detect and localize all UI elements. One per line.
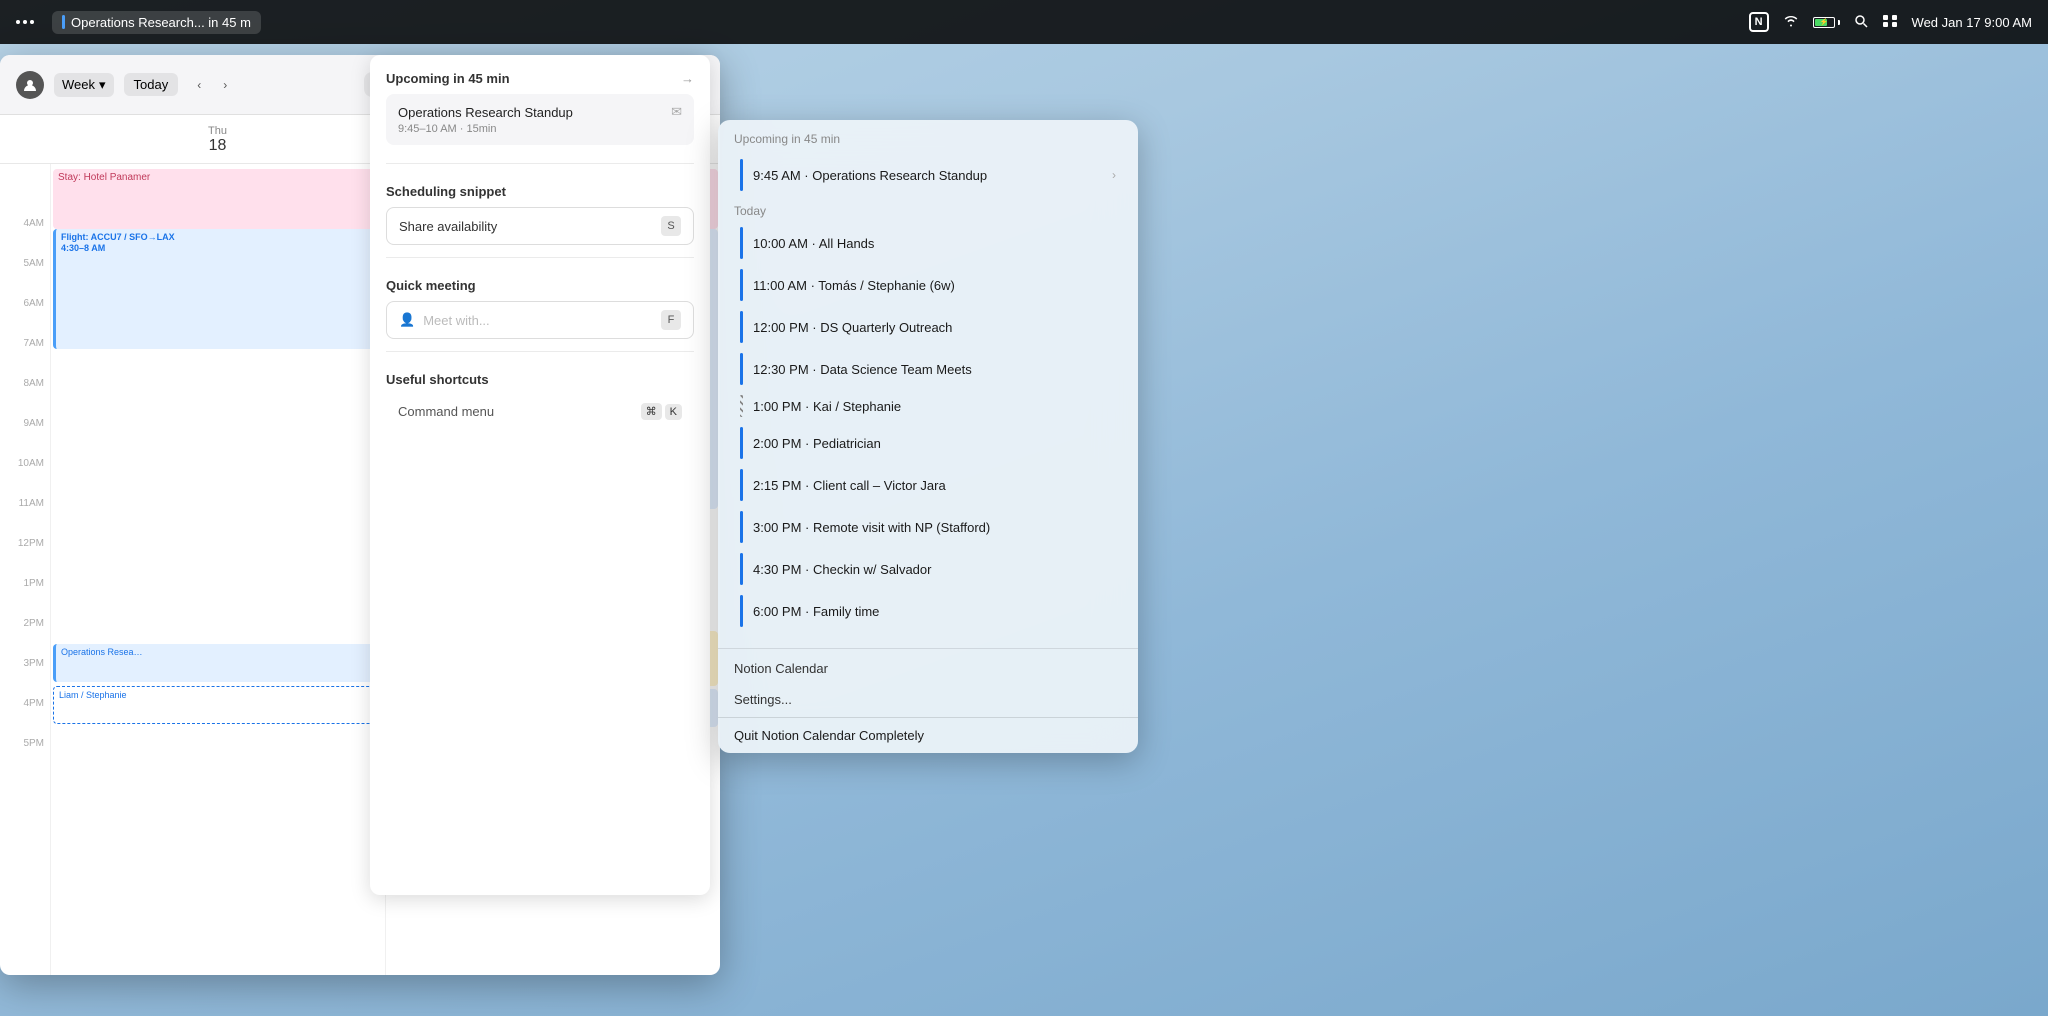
menubar-datetime: Wed Jan 17 9:00 AM (1912, 15, 2032, 30)
share-key-badge: S (661, 216, 681, 236)
event-indicator (740, 553, 743, 585)
search-icon[interactable] (1854, 14, 1868, 31)
settings-link[interactable]: Settings... (718, 684, 1138, 715)
wifi-icon[interactable] (1783, 14, 1799, 30)
cal-event[interactable]: Operations Resea… (53, 644, 383, 682)
dropdown-event[interactable]: 2:00 PM · Pediatrician (734, 422, 1122, 464)
upcoming-section: Upcoming in 45 min → Operations Research… (370, 55, 710, 159)
dropdown-menu: Upcoming in 45 min 9:45 AM · Operations … (718, 120, 1138, 753)
event-indicator (740, 469, 743, 501)
dropdown-event[interactable]: 1:00 PM · Kai / Stephanie (734, 390, 1122, 422)
time-gutter: 4AM 5AM 6AM 7AM 8AM 9AM 10AM 11AM 12PM 1… (0, 164, 50, 975)
dropdown-upcoming-label: Upcoming in 45 min (734, 132, 1122, 146)
upcoming-event-title: Operations Research Standup (398, 105, 573, 120)
divider (386, 351, 694, 352)
shortcut-label: Command menu (398, 404, 494, 419)
dropdown-event[interactable]: 3:00 PM · Remote visit with NP (Stafford… (734, 506, 1122, 548)
upcoming-title: Upcoming in 45 min (386, 71, 510, 86)
quit-button[interactable]: Quit Notion Calendar Completely (718, 717, 1138, 753)
event-indicator (740, 511, 743, 543)
shortcuts-section: Useful shortcuts Command menu ⌘ K (370, 356, 710, 436)
event-indicator (740, 353, 743, 385)
chevron-right-icon: › (1112, 168, 1116, 182)
scheduling-section: Scheduling snippet Share availability S (370, 168, 710, 253)
cmd-key: ⌘ (641, 403, 662, 420)
user-avatar[interactable] (16, 71, 44, 99)
menubar: Operations Research... in 45 m N ⚡ (0, 0, 2048, 44)
divider (386, 163, 694, 164)
dropdown-event[interactable]: 2:15 PM · Client call – Victor Jara (734, 464, 1122, 506)
view-dropdown[interactable]: Week ▾ (54, 73, 114, 97)
quick-meeting-title: Quick meeting (386, 278, 476, 293)
event-indicator (740, 269, 743, 301)
scheduling-title: Scheduling snippet (386, 184, 506, 199)
notion-icon[interactable]: N (1749, 12, 1769, 32)
quick-meet-key-badge: F (661, 310, 681, 330)
today-button[interactable]: Today (124, 73, 179, 96)
event-indicator (740, 159, 743, 191)
dropdown-event[interactable]: 11:00 AM · Tomás / Stephanie (6w) (734, 264, 1122, 306)
control-center-icon[interactable] (1882, 14, 1898, 31)
dropdown-event[interactable]: 12:30 PM · Data Science Team Meets (734, 348, 1122, 390)
event-indicator (740, 595, 743, 627)
dropdown-separator (718, 648, 1138, 649)
event-indicator (740, 311, 743, 343)
shortcuts-title: Useful shortcuts (386, 372, 489, 387)
notion-calendar-link[interactable]: Notion Calendar (718, 653, 1138, 684)
upcoming-event-duration: 15min (467, 123, 497, 135)
cal-event[interactable]: Stay: Hotel Panamer (53, 169, 383, 229)
event-indicator-striped (740, 395, 743, 417)
dropdown-upcoming-event[interactable]: 9:45 AM · Operations Research Standup › (734, 154, 1122, 196)
event-color-indicator (62, 15, 65, 29)
dropdown-event[interactable]: 6:00 PM · Family time (734, 590, 1122, 632)
share-availability-button[interactable]: Share availability S (386, 207, 694, 245)
dropdown-upcoming-section: Upcoming in 45 min 9:45 AM · Operations … (718, 120, 1138, 644)
menubar-event-pill[interactable]: Operations Research... in 45 m (52, 11, 261, 34)
quick-meeting-input[interactable]: 👤 Meet with... F (386, 301, 694, 339)
prev-button[interactable]: ‹ (188, 74, 210, 96)
dropdown-event[interactable]: 10:00 AM · All Hands (734, 222, 1122, 264)
share-avail-label: Share availability (399, 219, 497, 234)
dropdown-event[interactable]: 12:00 PM · DS Quarterly Outreach (734, 306, 1122, 348)
calendar-nav: ‹ › (188, 74, 236, 96)
cal-event[interactable]: Liam / Stephanie (53, 686, 383, 724)
upcoming-event-time: 9:45–10 AM (398, 123, 457, 135)
person-icon: 👤 (399, 312, 415, 328)
event-indicator (740, 427, 743, 459)
dropdown-event[interactable]: 4:30 PM · Checkin w/ Salvador (734, 548, 1122, 590)
shortcut-keys: ⌘ K (641, 403, 682, 420)
mail-icon: ✉ (671, 104, 682, 120)
meet-with-placeholder: Meet with... (423, 313, 489, 328)
upcoming-arrow[interactable]: → (681, 71, 694, 86)
thu-column: Stay: Hotel Panamer Flight: ACCU7 / SFO→… (50, 164, 385, 975)
quick-meeting-section: Quick meeting 👤 Meet with... F (370, 262, 710, 347)
dropdown-today-label: Today (734, 204, 1122, 218)
next-button[interactable]: › (214, 74, 236, 96)
shortcut-row: Command menu ⌘ K (386, 395, 694, 428)
k-key: K (665, 404, 682, 420)
battery-icon: ⚡ (1813, 17, 1840, 28)
menubar-dots (16, 20, 34, 24)
day-header-thu: Thu 18 (50, 123, 385, 155)
cal-event[interactable]: Flight: ACCU7 / SFO→LAX4:30–8 AM (53, 229, 383, 349)
mini-panel: Upcoming in 45 min → Operations Research… (370, 55, 710, 895)
upcoming-event-card[interactable]: Operations Research Standup ✉ 9:45–10 AM… (386, 94, 694, 145)
dropdown-upcoming-event-text: 9:45 AM · Operations Research Standup (753, 168, 1112, 183)
divider (386, 257, 694, 258)
event-indicator (740, 227, 743, 259)
menubar-event-text: Operations Research... in 45 m (71, 15, 251, 30)
